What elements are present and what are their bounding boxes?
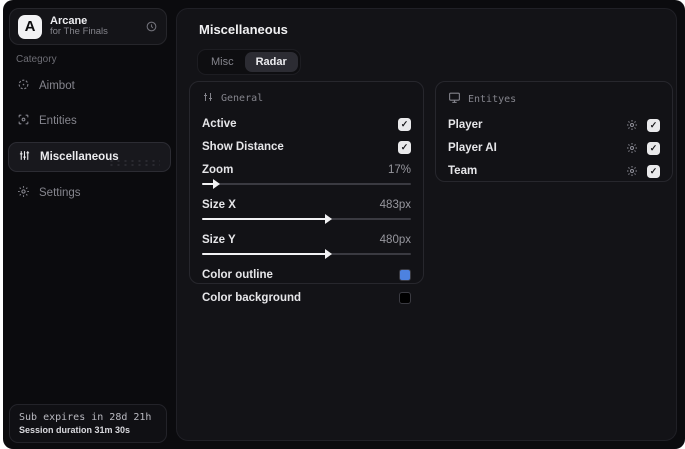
main-panel: Miscellaneous Misc Radar General Active … [176, 8, 677, 441]
slider-track [202, 183, 411, 185]
size-y-value: 480px [379, 234, 411, 246]
size-x-value: 483px [379, 199, 411, 211]
tab-bar: Misc Radar [197, 49, 301, 75]
slider-thumb[interactable] [212, 179, 220, 189]
entities-panel-title: Entityes [468, 93, 517, 105]
setting-row-color-background: Color background [202, 290, 411, 306]
entity-row-player-ai: Player AI ✓ [448, 140, 660, 156]
entity-controls: ✓ [626, 141, 660, 155]
setting-label: Size Y [202, 234, 236, 246]
app-logo: A [18, 14, 42, 39]
dots-decoration [108, 159, 160, 167]
page-title: Miscellaneous [199, 22, 288, 37]
gear-icon[interactable] [626, 142, 638, 154]
setting-row-size-x: Size X 483px [202, 197, 411, 213]
color-background-swatch[interactable] [399, 292, 411, 304]
sidebar-item-aimbot[interactable]: Aimbot [8, 72, 171, 100]
entity-row-team: Team ✓ [448, 163, 660, 179]
setting-label: Active [202, 118, 237, 130]
scan-box-icon [17, 113, 30, 129]
show-distance-checkbox[interactable]: ✓ [398, 140, 411, 154]
size-y-slider[interactable] [202, 249, 411, 259]
entities-panel: Entityes Player ✓ Player AI ✓ Team ✓ [435, 81, 673, 182]
sidebar-item-label: Settings [39, 187, 81, 199]
zoom-slider[interactable] [202, 179, 411, 189]
sidebar-item-miscellaneous[interactable]: Miscellaneous [8, 142, 171, 172]
setting-label: Size X [202, 199, 236, 211]
player-ai-checkbox[interactable]: ✓ [647, 141, 660, 155]
setting-row-zoom: Zoom 17% [202, 162, 411, 178]
monitor-icon [448, 91, 461, 107]
entity-controls: ✓ [626, 164, 660, 178]
slider-thumb[interactable] [325, 214, 333, 224]
sidebar-item-settings[interactable]: Settings [8, 179, 171, 207]
sidebar-item-label: Aimbot [39, 80, 75, 92]
entity-label: Player AI [448, 142, 497, 154]
refresh-icon[interactable] [145, 20, 158, 33]
sliders-vertical-icon [18, 149, 31, 165]
sidebar: A Arcane for The Finals Category Aimbot [3, 0, 176, 449]
tab-misc[interactable]: Misc [200, 52, 245, 72]
app-subtitle: for The Finals [50, 26, 108, 38]
sliders-icon [202, 91, 214, 106]
app-window: A Arcane for The Finals Category Aimbot [3, 0, 685, 449]
category-label: Category [16, 54, 57, 65]
setting-row-size-y: Size Y 480px [202, 232, 411, 248]
slider-thumb[interactable] [325, 249, 333, 259]
entities-panel-header: Entityes [448, 91, 660, 107]
slider-fill [202, 218, 328, 220]
sidebar-item-label: Entities [39, 115, 77, 127]
tab-radar[interactable]: Radar [244, 52, 298, 72]
size-x-slider[interactable] [202, 214, 411, 224]
active-checkbox[interactable]: ✓ [398, 117, 411, 131]
gear-icon[interactable] [626, 165, 638, 177]
setting-row-color-outline: Color outline [202, 267, 411, 283]
general-panel-title: General [221, 93, 264, 104]
zoom-value: 17% [387, 164, 411, 176]
setting-row-show-distance: Show Distance ✓ [202, 139, 411, 155]
general-panel-header: General [202, 91, 411, 106]
sub-expiry-text: Sub expires in 28d 21h [19, 412, 152, 423]
slider-fill [202, 253, 328, 255]
brand-card: A Arcane for The Finals [9, 8, 167, 45]
entity-label: Team [448, 165, 478, 177]
brand-text: Arcane for The Finals [50, 15, 145, 39]
session-duration-text: Session duration 31m 30s [19, 425, 131, 435]
entity-controls: ✓ [626, 118, 660, 132]
gear-icon [17, 185, 30, 201]
setting-label: Color outline [202, 269, 273, 281]
crosshair-icon [17, 78, 30, 94]
color-outline-swatch[interactable] [399, 269, 411, 281]
setting-row-active: Active ✓ [202, 116, 411, 132]
entity-row-player: Player ✓ [448, 117, 660, 133]
sidebar-item-entities[interactable]: Entities [8, 107, 171, 135]
subscription-card: Sub expires in 28d 21h Session duration … [9, 404, 167, 443]
sidebar-nav: Aimbot Entities Miscellaneous Settings [8, 72, 171, 214]
general-panel: General Active ✓ Show Distance ✓ Zoom 17… [189, 81, 424, 304]
team-checkbox[interactable]: ✓ [647, 164, 660, 178]
setting-label: Zoom [202, 164, 234, 176]
entity-label: Player [448, 119, 483, 131]
sidebar-item-label: Miscellaneous [40, 151, 119, 163]
player-checkbox[interactable]: ✓ [647, 118, 660, 132]
setting-label: Color background [202, 292, 302, 304]
gear-icon[interactable] [626, 119, 638, 131]
setting-label: Show Distance [202, 141, 284, 153]
